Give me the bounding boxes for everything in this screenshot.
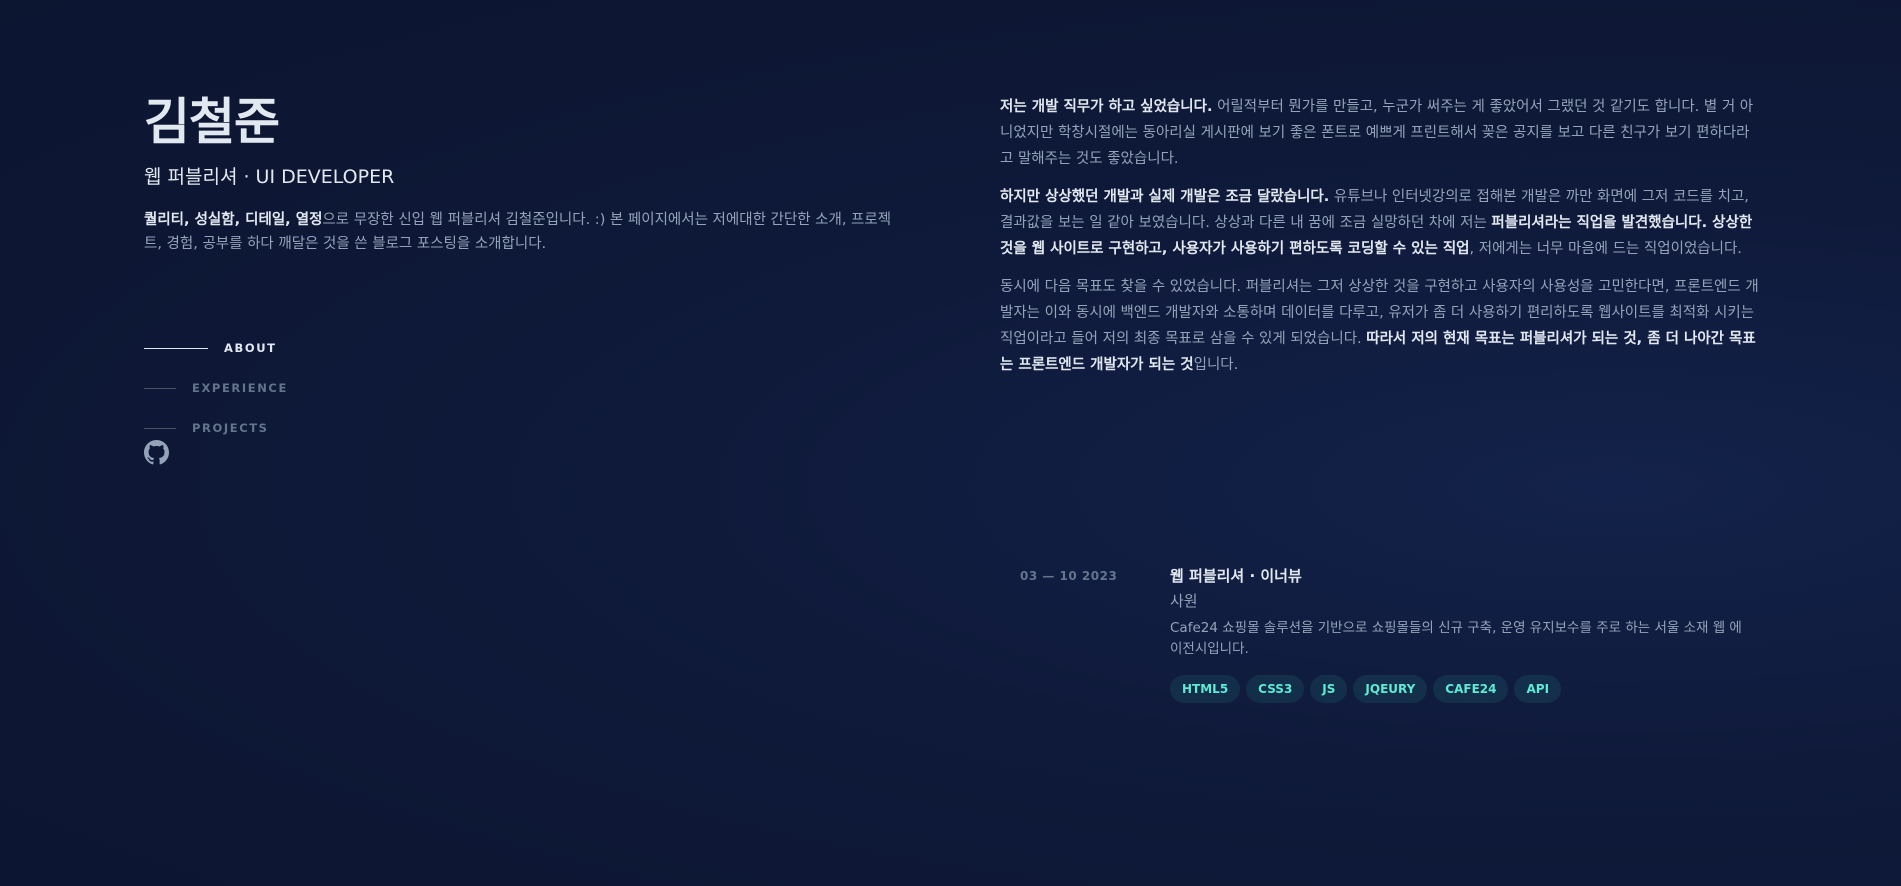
about-highlight: 저는 개발 직무가 하고 싶었습니다. xyxy=(1000,99,1213,115)
intro-highlight: 퀄리티, 성실함, 디테일, 열정 xyxy=(144,212,323,228)
about-paragraph: 하지만 상상했던 개발과 실제 개발은 조금 달랐습니다. 유튜브나 인터넷강의… xyxy=(1000,184,1762,262)
about-text: 입니다. xyxy=(1193,357,1239,373)
nav-label: ABOUT xyxy=(224,341,277,355)
nav-label: EXPERIENCE xyxy=(192,381,288,395)
tech-tag: HTML5 xyxy=(1170,675,1241,703)
experience-description: Cafe24 쇼핑몰 솔루션을 기반으로 쇼핑몰들의 신규 구축, 운영 유지보… xyxy=(1170,620,1742,657)
experience-card[interactable]: 03 — 10 2023 웹 퍼블리셔 · 이너뷰 사원 Cafe24 쇼핑몰 … xyxy=(1000,560,1760,703)
profile-intro: 퀄리티, 성실함, 디테일, 열정으로 무장한 신입 웹 퍼블리셔 김철준입니다… xyxy=(144,208,899,256)
about-paragraph: 저는 개발 직무가 하고 싶었습니다. 어릴적부터 뭔가를 만들고, 누군가 써… xyxy=(1000,94,1762,172)
about-highlight: 하지만 상상했던 개발과 실제 개발은 조금 달랐습니다. xyxy=(1000,189,1330,205)
nav-indicator xyxy=(144,387,176,389)
nav-item-about[interactable]: ABOUT xyxy=(144,328,288,368)
tech-tag: CAFE24 xyxy=(1433,675,1509,703)
experience-position: 사원 xyxy=(1170,592,1198,610)
tech-tag: CSS3 xyxy=(1246,675,1305,703)
nav-label: PROJECTS xyxy=(192,421,269,435)
profile-role: 웹 퍼블리셔 · UI DEVELOPER xyxy=(144,166,395,188)
section-nav: ABOUT EXPERIENCE PROJECTS xyxy=(144,328,288,448)
profile-name: 김철준 xyxy=(144,93,280,151)
github-icon[interactable] xyxy=(144,440,169,465)
nav-indicator xyxy=(144,427,176,429)
tech-tag-list: HTML5 CSS3 JS JQEURY CAFE24 API xyxy=(1170,675,1760,703)
nav-item-experience[interactable]: EXPERIENCE xyxy=(144,368,288,408)
nav-indicator xyxy=(144,347,208,349)
about-paragraph: 동시에 다음 목표도 찾을 수 있었습니다. 퍼블리셔는 그저 상상한 것을 구… xyxy=(1000,274,1762,378)
about-section: 저는 개발 직무가 하고 싶었습니다. 어릴적부터 뭔가를 만들고, 누군가 써… xyxy=(1000,94,1762,390)
tech-tag: JS xyxy=(1310,675,1348,703)
header: 김철준 웹 퍼블리셔 · UI DEVELOPER 퀄리티, 성실함, 디테일,… xyxy=(144,92,904,256)
tech-tag: API xyxy=(1514,675,1562,703)
tech-tag: JQEURY xyxy=(1353,675,1428,703)
about-text: , 저에게는 너무 마음에 드는 직업이었습니다. xyxy=(1469,241,1742,257)
experience-body: 웹 퍼블리셔 · 이너뷰 사원 Cafe24 쇼핑몰 솔루션을 기반으로 쇼핑몰… xyxy=(1170,560,1760,703)
experience-title: 웹 퍼블리셔 · 이너뷰 xyxy=(1170,567,1302,585)
experience-date: 03 — 10 2023 xyxy=(1020,569,1118,583)
